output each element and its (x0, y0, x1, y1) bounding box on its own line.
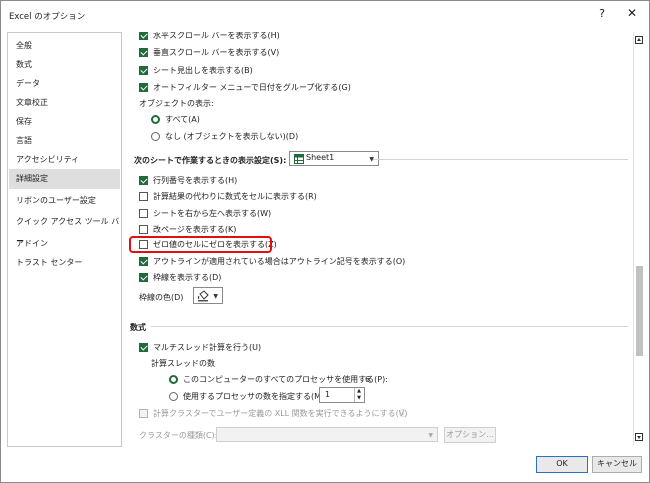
option-label: シート見出しを表示する(B) (153, 66, 253, 75)
checkbox[interactable] (139, 273, 148, 282)
title-bar: Excel のオプション ? ✕ (1, 1, 649, 31)
sheet-icon (294, 154, 304, 164)
option-label: このコンピューターのすべてのプロセッサを使用する(P): (183, 375, 388, 384)
option-objects-all[interactable]: すべて(A) (151, 112, 351, 128)
option-label: 水平スクロール バーを表示する(H) (153, 32, 280, 40)
checkbox[interactable] (139, 209, 148, 218)
ok-button[interactable]: OK (536, 456, 588, 473)
processor-count-spinner[interactable]: 1 ▲ ▼ (319, 387, 365, 403)
zero-values-highlight (129, 236, 272, 253)
cluster-type-select[interactable]: ▼ (216, 427, 438, 442)
nav-item-advanced[interactable]: 詳細設定 (9, 169, 120, 189)
nav-item-trust-center[interactable]: トラスト センター (9, 253, 120, 273)
checkbox[interactable] (139, 343, 148, 352)
gridline-color-picker[interactable]: ▼ (193, 287, 223, 304)
checkbox[interactable] (139, 409, 148, 418)
advanced-options-panel: 水平スクロール バーを表示する(H) 垂直スクロール バーを表示する(V) シー… (125, 32, 633, 445)
radio[interactable] (151, 132, 160, 141)
option-label: マルチスレッド計算を行う(U) (153, 343, 262, 352)
nav-item-data[interactable]: データ (9, 74, 120, 94)
radio[interactable] (151, 115, 160, 124)
option-label: 行列番号を表示する(H) (153, 176, 238, 185)
radio[interactable] (169, 375, 178, 384)
spinner-down-icon[interactable]: ▼ (354, 395, 363, 402)
option-autofilter-group-dates[interactable]: オートフィルター メニューで日付をグループ化する(G) (139, 80, 489, 96)
gridline-color-label: 枠線の色(D) (139, 293, 184, 302)
option-label: 使用するプロセッサの数を指定する(M): (183, 392, 327, 401)
option-show-formulas[interactable]: 計算結果の代わりに数式をセルに表示する(R) (139, 189, 489, 205)
excel-options-dialog: Excel のオプション ? ✕ 全般 数式 データ 文章校正 保存 言語 アク… (0, 0, 650, 483)
section-divider (151, 326, 628, 327)
option-right-to-left[interactable]: シートを右から左へ表示する(W) (139, 206, 489, 222)
scroll-up-icon[interactable] (635, 36, 643, 44)
option-row-col-headers[interactable]: 行列番号を表示する(H) (139, 173, 489, 189)
nav-item-proofing[interactable]: 文章校正 (9, 93, 120, 113)
checkbox[interactable] (139, 257, 148, 266)
nav-item-quick-access-toolbar[interactable]: クイック アクセス ツール バー (9, 212, 120, 246)
checkbox[interactable] (139, 48, 148, 57)
option-outline-symbols[interactable]: アウトラインが適用されている場合はアウトライン記号を表示する(O) (139, 254, 499, 270)
option-sheet-tabs[interactable]: シート見出しを表示する(B) (139, 63, 489, 79)
cancel-button[interactable]: キャンセル (592, 456, 642, 473)
section-divider (373, 159, 628, 160)
help-button[interactable]: ? (593, 7, 611, 20)
checkbox[interactable] (139, 66, 148, 75)
option-label: 枠線を表示する(D) (153, 273, 222, 282)
paint-bucket-icon (198, 290, 209, 302)
sheet-select-value: Sheet1 (306, 153, 335, 162)
nav-item-save[interactable]: 保存 (9, 112, 120, 132)
option-label: すべて(A) (165, 115, 200, 124)
objects-display-label: オブジェクトの表示: (139, 99, 214, 108)
option-label: シートを右から左へ表示する(W) (153, 209, 272, 218)
scroll-down-icon[interactable] (635, 433, 643, 441)
info-icon: ⓘ (399, 409, 407, 418)
option-label: 計算結果の代わりに数式をセルに表示する(R) (153, 192, 317, 201)
option-v-scrollbar[interactable]: 垂直スクロール バーを表示する(V) (139, 45, 489, 61)
nav-item-accessibility[interactable]: アクセシビリティ (9, 150, 120, 170)
option-multithread[interactable]: マルチスレッド計算を行う(U) (139, 340, 489, 356)
nav-item-customize-ribbon[interactable]: リボンのユーザー設定 (9, 191, 120, 211)
category-sidebar: 全般 数式 データ 文章校正 保存 言語 アクセシビリティ 詳細設定 リボンのユ… (7, 32, 122, 447)
checkbox[interactable] (139, 83, 148, 92)
cluster-type-label: クラスターの種類(C): (139, 431, 218, 440)
nav-item-addins[interactable]: アドイン (9, 234, 120, 254)
option-objects-none[interactable]: なし (オブジェクトを表示しない)(D) (151, 129, 401, 145)
chevron-down-icon: ▼ (213, 293, 218, 300)
sheet-select[interactable]: Sheet1 ▼ (289, 151, 379, 166)
checkbox[interactable] (139, 225, 148, 234)
scroll-thumb[interactable] (636, 266, 643, 356)
option-cluster-xll[interactable]: 計算クラスターでユーザー定義の XLL 関数を実行できるようにする(V) ⓘ (139, 406, 439, 422)
content-scrollbar[interactable] (633, 32, 645, 445)
checkbox[interactable] (139, 32, 148, 40)
close-button[interactable]: ✕ (623, 6, 641, 20)
processor-count-value: 6 (365, 375, 371, 384)
chevron-down-icon: ▼ (428, 432, 433, 439)
spinner-value: 1 (325, 390, 331, 399)
thread-count-label: 計算スレッドの数 (151, 359, 215, 368)
formulas-heading: 数式 (130, 323, 146, 332)
option-gridlines[interactable]: 枠線を表示する(D) (139, 270, 489, 286)
cluster-options-button[interactable]: オプション... (444, 427, 496, 443)
checkbox[interactable] (139, 192, 148, 201)
sheet-settings-heading: 次のシートで作業するときの表示設定(S): (134, 156, 287, 165)
option-label: 垂直スクロール バーを表示する(V) (153, 48, 280, 57)
option-label: アウトラインが適用されている場合はアウトライン記号を表示する(O) (153, 257, 406, 266)
checkbox[interactable] (139, 176, 148, 185)
option-h-scrollbar[interactable]: 水平スクロール バーを表示する(H) (139, 32, 489, 44)
nav-item-formulas[interactable]: 数式 (9, 55, 120, 75)
option-label: なし (オブジェクトを表示しない)(D) (165, 132, 299, 141)
option-label: オートフィルター メニューで日付をグループ化する(G) (153, 83, 351, 92)
dialog-title: Excel のオプション (9, 12, 86, 22)
option-label: 計算クラスターでユーザー定義の XLL 関数を実行できるようにする(V) (153, 409, 408, 418)
nav-item-language[interactable]: 言語 (9, 131, 120, 151)
option-use-all-processors[interactable]: このコンピューターのすべてのプロセッサを使用する(P): 6 (169, 372, 469, 388)
spinner-up-icon[interactable]: ▲ (354, 388, 363, 395)
nav-item-general[interactable]: 全般 (9, 36, 120, 56)
radio[interactable] (169, 392, 178, 401)
